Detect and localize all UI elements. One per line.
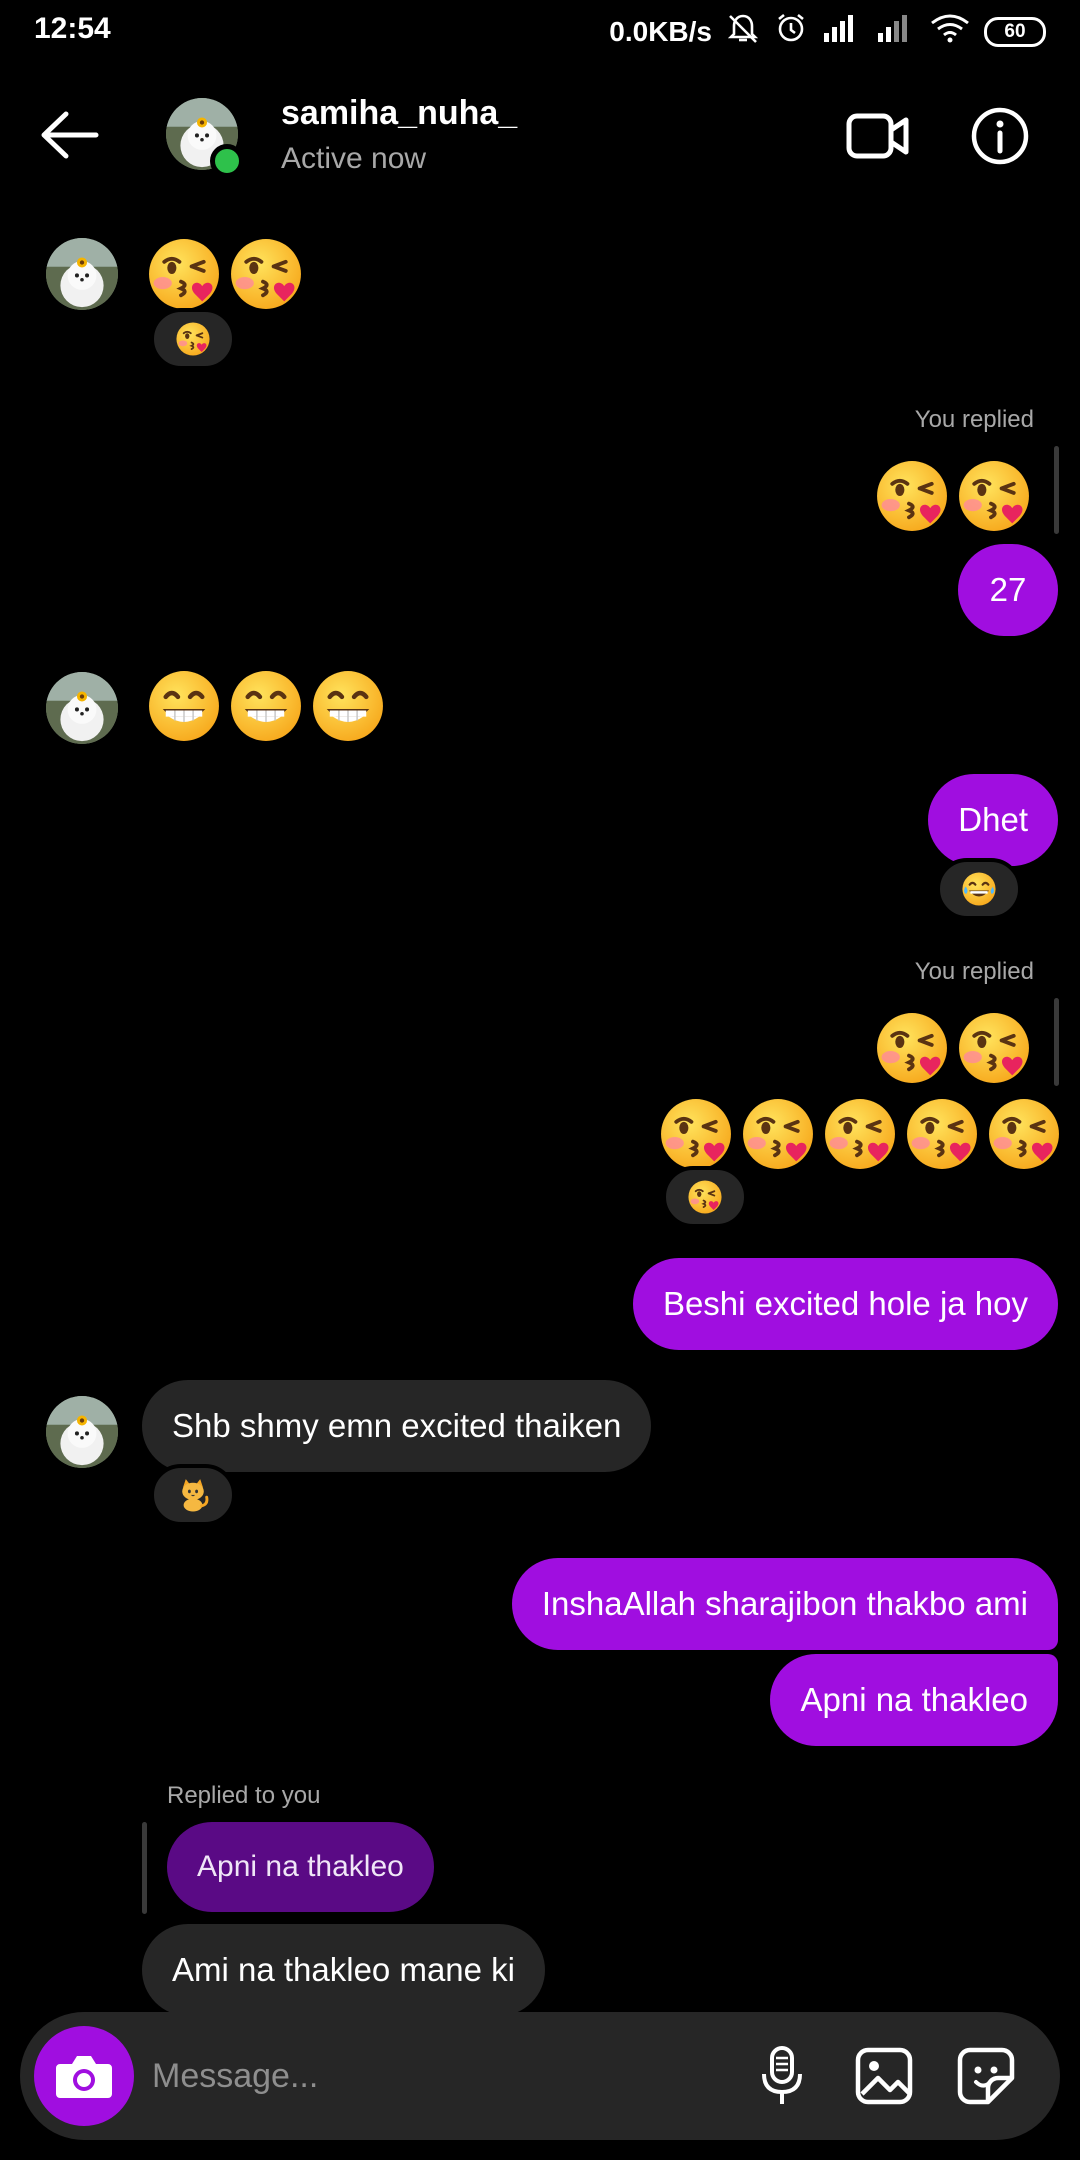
kiss-emoji-icon (956, 1010, 1032, 1086)
contact-status: Active now (281, 142, 427, 175)
reply-bar (1054, 446, 1059, 534)
back-arrow-icon[interactable] (38, 108, 102, 162)
sender-avatar[interactable] (46, 672, 118, 744)
reaction-badge[interactable] (936, 858, 1022, 920)
kiss-emoji-icon (904, 1096, 980, 1172)
signal-icon (822, 13, 862, 50)
incoming-message[interactable]: Ami na thakleo mane ki (142, 1924, 546, 2016)
cat-emoji-icon (175, 1477, 211, 1513)
emoji-message[interactable] (146, 236, 304, 312)
status-bar: 12:54 0.0KB/s 60 (0, 0, 1080, 64)
alarm-icon (774, 12, 808, 51)
reply-bar (1054, 998, 1059, 1086)
wifi-icon (930, 13, 970, 50)
grin-emoji-icon (228, 668, 304, 744)
emoji-message[interactable] (658, 1096, 1062, 1172)
you-replied-label: You replied (914, 406, 1034, 433)
quoted-emoji-message[interactable] (874, 458, 1032, 534)
mute-icon (726, 12, 760, 51)
signal-icon-2 (876, 13, 916, 50)
online-indicator (210, 144, 244, 178)
kiss-emoji-icon (740, 1096, 816, 1172)
sender-avatar[interactable] (46, 1396, 118, 1468)
kiss-emoji-icon (874, 1010, 950, 1086)
outgoing-message[interactable]: 27 (958, 544, 1058, 636)
status-time: 12:54 (34, 12, 111, 45)
quoted-emoji-message[interactable] (874, 1010, 1032, 1086)
grin-emoji-icon (146, 668, 222, 744)
kiss-emoji-icon (175, 321, 211, 357)
quoted-message[interactable]: Apni na thakleo (167, 1822, 434, 1912)
battery-icon: 60 (984, 16, 1046, 47)
outgoing-message[interactable]: Dhet (928, 774, 1058, 866)
microphone-icon[interactable] (750, 2044, 814, 2108)
chat-header: samiha_nuha_ Active now (0, 64, 1080, 208)
emoji-message[interactable] (146, 668, 386, 744)
kiss-emoji-icon (687, 1179, 723, 1215)
video-call-icon[interactable] (846, 108, 910, 164)
reaction-badge[interactable] (150, 1464, 236, 1526)
replied-to-you-label: Replied to you (167, 1782, 321, 1809)
incoming-message[interactable]: Shb shmy emn excited thaiken (142, 1380, 652, 1472)
sender-avatar[interactable] (46, 238, 118, 310)
gallery-icon[interactable] (852, 2044, 916, 2108)
outgoing-message[interactable]: Apni na thakleo (770, 1654, 1058, 1746)
kiss-emoji-icon (874, 458, 950, 534)
kiss-emoji-icon (228, 236, 304, 312)
kiss-emoji-icon (986, 1096, 1062, 1172)
info-icon[interactable] (970, 106, 1030, 166)
reaction-badge[interactable] (662, 1166, 748, 1228)
message-composer (20, 2012, 1060, 2140)
grin-emoji-icon (310, 668, 386, 744)
kiss-emoji-icon (822, 1096, 898, 1172)
kiss-emoji-icon (146, 236, 222, 312)
network-speed: 0.0KB/s (609, 15, 712, 47)
reaction-badge[interactable] (150, 308, 236, 370)
kiss-emoji-icon (658, 1096, 734, 1172)
camera-button[interactable] (34, 2026, 134, 2126)
laugh-emoji-icon (961, 871, 997, 907)
camera-icon (56, 2056, 112, 2098)
contact-username[interactable]: samiha_nuha_ (281, 94, 517, 133)
message-input[interactable] (152, 2046, 712, 2106)
outgoing-message[interactable]: InshaAllah sharajibon thakbo ami (511, 1558, 1058, 1650)
sticker-icon[interactable] (954, 2044, 1018, 2108)
you-replied-label: You replied (914, 958, 1034, 985)
outgoing-message[interactable]: Beshi excited hole ja hoy (632, 1258, 1058, 1350)
status-icons: 0.0KB/s 60 (609, 12, 1046, 51)
reply-bar (142, 1822, 147, 1914)
kiss-emoji-icon (956, 458, 1032, 534)
